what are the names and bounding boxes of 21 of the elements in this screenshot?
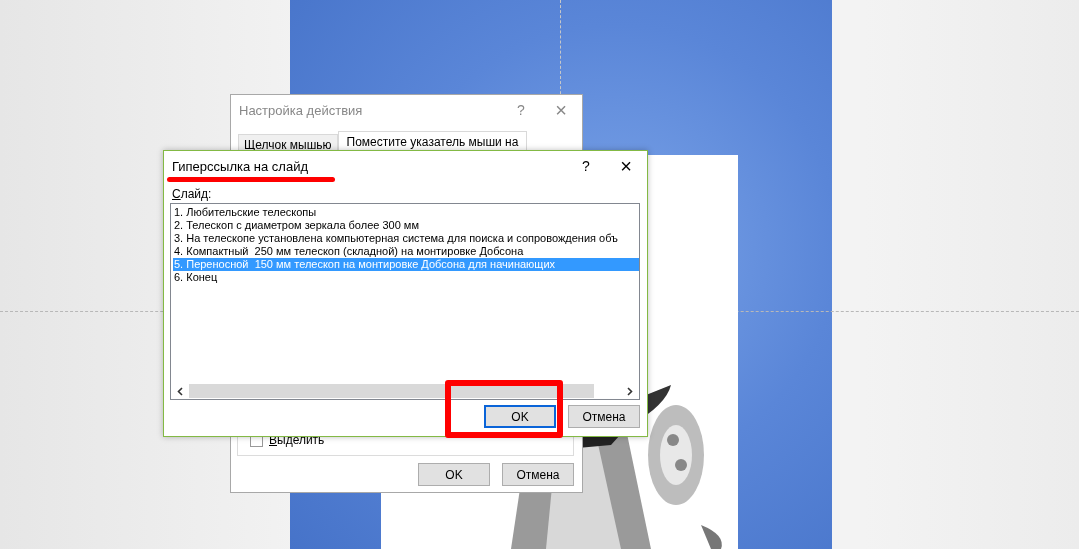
dialog-title: Гиперссылка на слайд: [172, 158, 309, 174]
list-item[interactable]: 2. Телескоп с диаметром зеркала более 300 мм: [173, 219, 639, 232]
list-item[interactable]: 1. Любительские телескопы: [173, 206, 639, 219]
help-button[interactable]: ?: [571, 158, 601, 174]
dialog-button[interactable]: Отмена: [502, 463, 574, 486]
list-label: Слайд:: [172, 187, 213, 201]
close-button[interactable]: ×: [611, 154, 641, 178]
scrollbar-thumb[interactable]: [189, 384, 594, 398]
dialog-button[interactable]: OK: [418, 463, 490, 486]
dialog-button[interactable]: OK: [484, 405, 556, 428]
list-item[interactable]: 6. Конец: [173, 271, 639, 284]
scroll-right-icon[interactable]: [627, 386, 633, 396]
help-button[interactable]: ?: [506, 102, 536, 118]
dialog-title: Настройка действия: [239, 102, 364, 118]
dialog-button[interactable]: Отмена: [568, 405, 640, 428]
list-item[interactable]: 4. Компактный 250 мм телескоп (складной) на монтировке Добсона: [173, 245, 639, 258]
list-item[interactable]: 3. На телескопе установлена компьютерная система для поиска и сопровождения объ: [173, 232, 639, 245]
close-button[interactable]: ×: [546, 98, 576, 122]
checkbox-label: Выделить: [269, 433, 325, 447]
scroll-left-icon[interactable]: [177, 386, 183, 396]
slide-list[interactable]: [170, 203, 640, 400]
